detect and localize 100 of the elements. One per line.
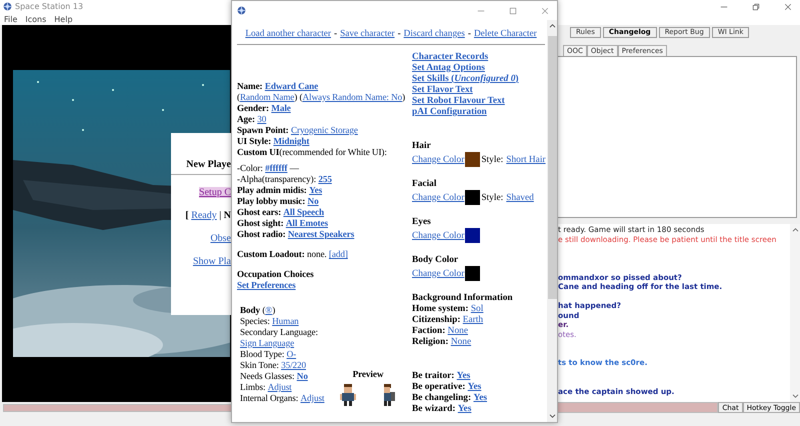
field-label: Be changeling: bbox=[412, 393, 472, 403]
link[interactable]: None bbox=[448, 326, 468, 336]
field-text: Style: bbox=[481, 192, 504, 202]
link[interactable]: Short Hair bbox=[506, 154, 546, 164]
link[interactable]: None bbox=[450, 337, 472, 347]
preview-label: Preview bbox=[352, 369, 384, 380]
menu-link[interactable]: Set Robot Flavour Text bbox=[412, 96, 505, 106]
link[interactable]: Sol bbox=[470, 304, 484, 314]
link[interactable]: Sign Language bbox=[240, 338, 294, 348]
link[interactable]: Nearest Speakers bbox=[288, 229, 354, 239]
field-label: Citizenship: bbox=[412, 315, 460, 325]
field-text: Limbs: bbox=[240, 382, 266, 392]
not-ready-text[interactable]: N bbox=[224, 210, 231, 221]
link[interactable]: No bbox=[296, 371, 308, 381]
link[interactable]: All Emotes bbox=[286, 218, 328, 228]
field-text: -Color: bbox=[237, 163, 263, 173]
link[interactable]: Yes bbox=[458, 404, 472, 414]
link[interactable]: Yes bbox=[456, 371, 470, 381]
link[interactable]: All Speech bbox=[283, 207, 324, 217]
field-text: ( bbox=[300, 92, 302, 102]
field-label: Custom Loadout: bbox=[237, 249, 305, 259]
field-label: Ghost radio: bbox=[237, 229, 286, 239]
field-text: Secondary Language: bbox=[240, 327, 318, 337]
menu-link[interactable]: Character Records bbox=[412, 52, 488, 62]
link[interactable]: Adjust bbox=[300, 393, 324, 403]
link[interactable]: O- bbox=[286, 349, 296, 359]
link[interactable]: Earth bbox=[462, 315, 484, 325]
link[interactable]: Adjust bbox=[268, 382, 292, 392]
link[interactable]: Random Name bbox=[240, 92, 294, 102]
field-label: Custom UI bbox=[237, 147, 280, 157]
field-label: Be operative: bbox=[412, 382, 466, 392]
link[interactable]: Always Random Name: No bbox=[302, 92, 402, 102]
link[interactable]: Yes bbox=[309, 185, 322, 195]
link[interactable]: 30 bbox=[257, 114, 266, 124]
menu-item[interactable]: Icons bbox=[25, 14, 46, 24]
link[interactable]: Cryogenic Storage bbox=[290, 125, 358, 135]
menu-item[interactable]: Help bbox=[54, 14, 73, 24]
field-label: Play lobby music: bbox=[237, 196, 306, 206]
field-text: ( bbox=[237, 92, 240, 102]
section-title: Body Color bbox=[412, 255, 458, 265]
field-label: Religion: bbox=[412, 337, 448, 347]
menu-item[interactable]: File bbox=[4, 14, 18, 24]
field-text: Needs Glasses: bbox=[240, 371, 294, 381]
link[interactable]: Yes bbox=[468, 382, 482, 392]
field-label: Play admin midis: bbox=[237, 185, 307, 195]
field-label: Ghost ears: bbox=[237, 207, 282, 217]
change-color-link[interactable]: Change Color bbox=[412, 268, 464, 278]
field-label: UI Style: bbox=[237, 136, 272, 146]
link[interactable]: ® bbox=[265, 305, 272, 315]
section-title: Background Information bbox=[412, 293, 513, 303]
setup-link[interactable]: Setup C bbox=[199, 187, 231, 198]
field-text: -Alpha(transparency): bbox=[237, 174, 316, 184]
field-label: Gender: bbox=[237, 103, 269, 113]
link[interactable]: Yes bbox=[473, 393, 488, 403]
link[interactable]: Midnight bbox=[273, 136, 310, 146]
window-title: Space Station 13 bbox=[15, 2, 84, 11]
change-color-link[interactable]: Change Color bbox=[412, 230, 464, 240]
link[interactable]: Shaved bbox=[506, 192, 534, 202]
header-link[interactable]: Save character bbox=[340, 29, 395, 39]
link[interactable]: Edward Cane bbox=[264, 81, 318, 91]
field-label: Be traitor: bbox=[412, 371, 454, 381]
change-color-link[interactable]: Change Color bbox=[412, 192, 464, 202]
change-color-link[interactable]: Change Color bbox=[412, 154, 464, 164]
field-label: Ghost sight: bbox=[237, 218, 284, 228]
link[interactable]: Human bbox=[272, 316, 299, 326]
menu-link[interactable]: Set Antag Options bbox=[412, 63, 485, 73]
field-label: Name: bbox=[237, 81, 263, 91]
link[interactable]: [add] bbox=[328, 249, 348, 259]
link[interactable]: #ffffff bbox=[265, 163, 288, 173]
field-label: Age: bbox=[237, 114, 255, 124]
field-label: Spawn Point: bbox=[237, 125, 289, 135]
bracket-text: [ bbox=[185, 210, 189, 221]
field-text: ( bbox=[262, 305, 266, 315]
field-text: ) bbox=[272, 305, 276, 315]
field-label: Home system: bbox=[412, 304, 468, 314]
link[interactable]: Set Preferences bbox=[237, 280, 296, 290]
section-title: Eyes bbox=[412, 217, 431, 227]
menu-link[interactable]: Set Flavor Text bbox=[412, 85, 473, 95]
link[interactable]: No bbox=[308, 196, 319, 206]
header-link[interactable]: Discard changes bbox=[404, 29, 465, 39]
header-link[interactable]: Load another character bbox=[245, 29, 331, 39]
field-label: Faction: bbox=[412, 326, 446, 336]
field-text: Internal Organs: bbox=[240, 393, 298, 403]
header-link[interactable]: Delete Character bbox=[474, 29, 537, 39]
link[interactable]: 35/220 bbox=[281, 360, 306, 370]
ready-link[interactable]: Ready bbox=[191, 210, 217, 221]
menu-link[interactable]: pAI Configuration bbox=[412, 107, 487, 117]
observe-link[interactable]: Obse bbox=[210, 233, 231, 244]
field-text: — bbox=[290, 163, 299, 173]
link[interactable]: Male bbox=[271, 103, 291, 113]
menu-link[interactable]: Set Skills (Unconfigured 0) bbox=[412, 74, 519, 84]
section-title: Hair bbox=[412, 141, 431, 151]
show-players-link[interactable]: Show Pla bbox=[192, 256, 231, 267]
separator-text: | bbox=[219, 210, 222, 221]
field-label: Be wizard: bbox=[412, 404, 456, 414]
link[interactable]: 255 bbox=[318, 174, 332, 184]
field-label: Occupation Choices bbox=[237, 269, 314, 279]
field-text: Skin Tone: bbox=[240, 360, 279, 370]
field-text: (recommended for White UI): bbox=[279, 147, 387, 157]
section-title: Facial bbox=[412, 179, 436, 189]
